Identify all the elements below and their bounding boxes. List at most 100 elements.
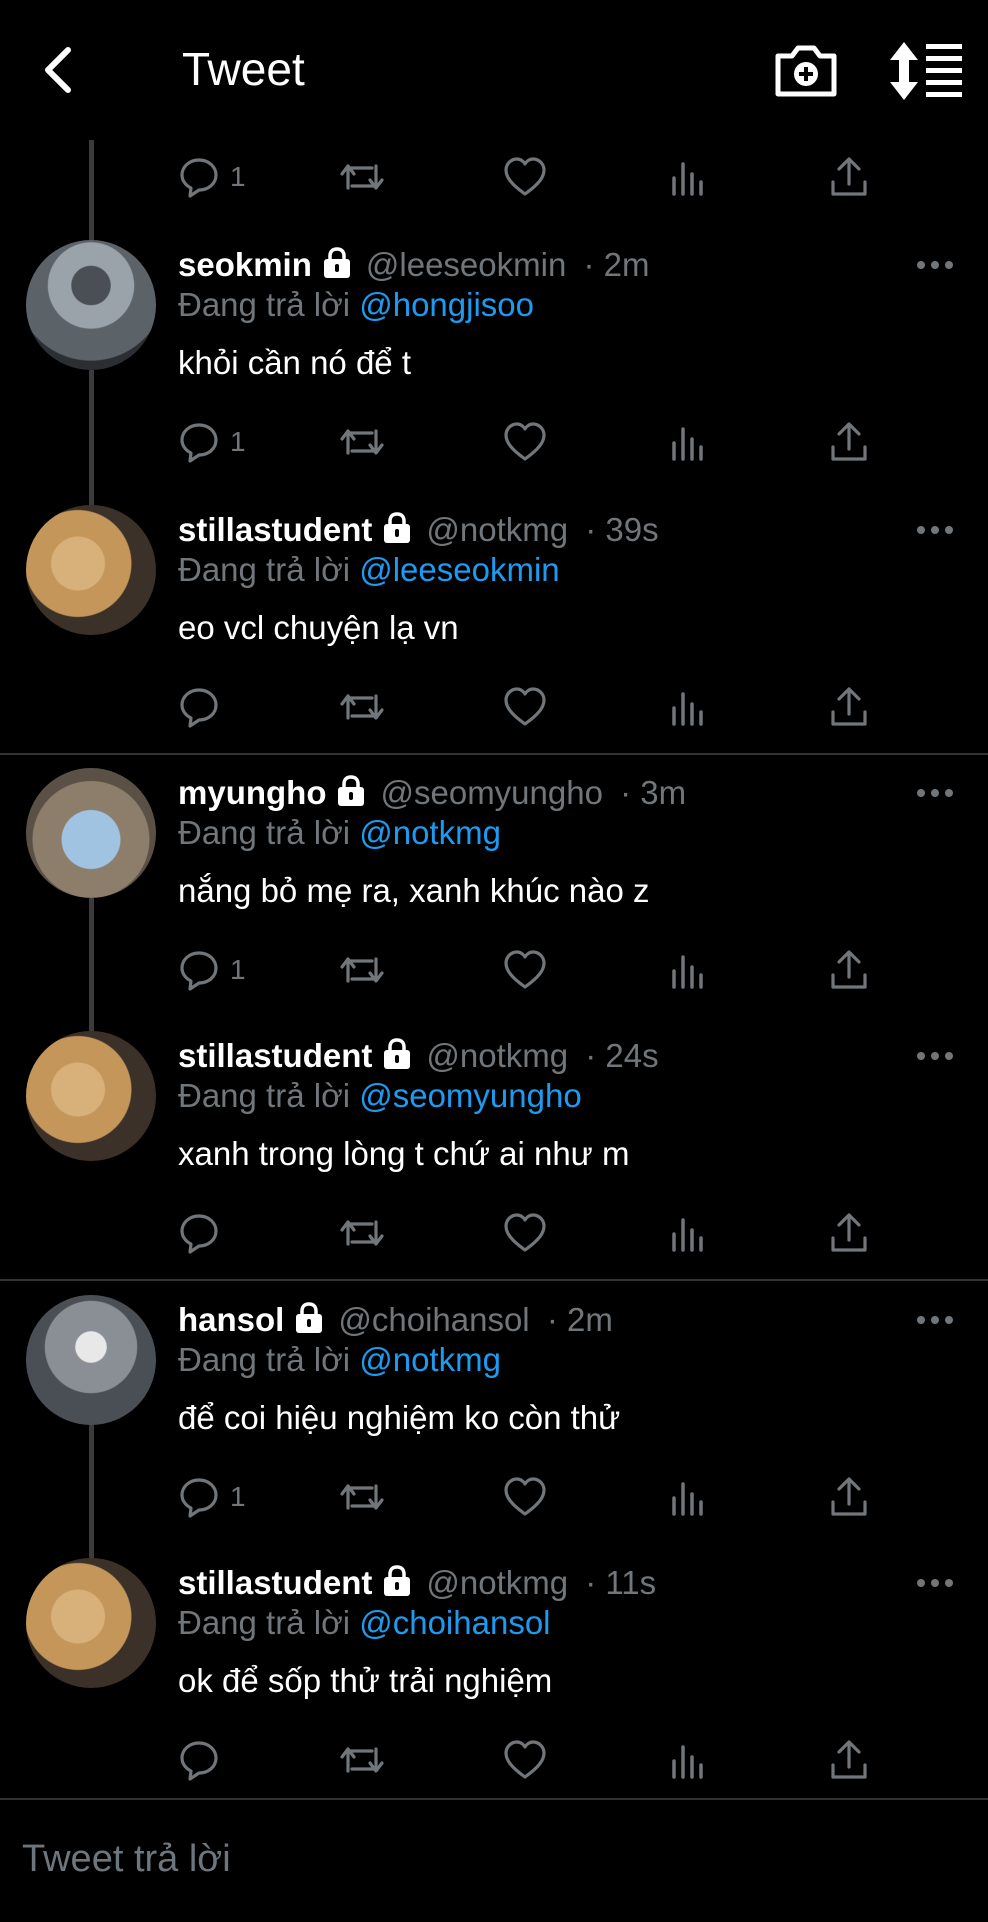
thread-connector [89, 898, 94, 1034]
replying-to: Đang trả lời @choihansol [178, 1604, 551, 1641]
handle[interactable]: @choihansol [338, 1301, 529, 1338]
reply-button[interactable]: 1 [178, 152, 246, 202]
tweet-text: xanh trong lòng t chứ ai như m [178, 1135, 630, 1172]
replying-to: Đang trả lời @notkmg [178, 814, 501, 851]
more-button[interactable] [915, 258, 955, 272]
mention-link[interactable]: @notkmg [359, 1341, 501, 1378]
camera-plus-icon[interactable] [772, 40, 840, 100]
retweet-button[interactable] [338, 1472, 386, 1522]
heart-icon [504, 950, 546, 989]
avatar[interactable] [26, 1295, 156, 1425]
tweet-actions [178, 682, 878, 732]
share-button[interactable] [828, 945, 870, 995]
retweet-button[interactable] [338, 945, 386, 995]
display-name[interactable]: myungho @seomyungho · 3m [178, 774, 686, 812]
share-button[interactable] [828, 1735, 870, 1785]
share-icon [831, 422, 867, 461]
display-name[interactable]: stillastudent @notkmg · 39s [178, 511, 659, 549]
handle[interactable]: @notkmg [426, 511, 568, 548]
views-button[interactable] [668, 1208, 708, 1258]
like-button[interactable] [503, 1208, 547, 1258]
reply-input[interactable]: Tweet trả lời [22, 1838, 231, 1881]
analytics-icon [672, 427, 703, 461]
mention-link[interactable]: @hongjisoo [359, 286, 534, 323]
views-button[interactable] [668, 682, 708, 732]
like-button[interactable] [503, 682, 547, 732]
thread-connector [89, 370, 94, 506]
retweet-button[interactable] [338, 1208, 386, 1258]
share-button[interactable] [828, 682, 870, 732]
more-icon [917, 1316, 953, 1324]
handle[interactable]: @notkmg [426, 1564, 568, 1601]
reply-button[interactable] [178, 1735, 230, 1785]
mention-link[interactable]: @leeseokmin [359, 551, 559, 588]
more-button[interactable] [915, 1576, 955, 1590]
more-button[interactable] [915, 786, 955, 800]
reply-icon [180, 688, 218, 728]
more-button[interactable] [915, 1313, 955, 1327]
tweet-text: khỏi cần nó để t [178, 344, 411, 381]
thread-connector [89, 140, 94, 240]
replying-to: Đang trả lời @seomyungho [178, 1077, 582, 1114]
lock-icon [338, 775, 365, 806]
like-button[interactable] [503, 1472, 547, 1522]
retweet-icon [340, 1747, 384, 1773]
avatar[interactable] [26, 505, 156, 635]
back-icon[interactable] [30, 40, 90, 100]
retweet-button[interactable] [338, 682, 386, 732]
more-button[interactable] [915, 1049, 955, 1063]
display-name[interactable]: stillastudent @notkmg · 24s [178, 1037, 659, 1075]
retweet-button[interactable] [338, 417, 386, 467]
retweet-button[interactable] [338, 1735, 386, 1785]
share-button[interactable] [828, 1472, 870, 1522]
views-button[interactable] [668, 945, 708, 995]
like-button[interactable] [503, 1735, 547, 1785]
heart-icon [504, 1477, 546, 1516]
retweet-icon [340, 1484, 384, 1510]
display-name[interactable]: seokmin @leeseokmin · 2m [178, 246, 649, 284]
analytics-icon [672, 1218, 703, 1252]
avatar[interactable] [26, 240, 156, 370]
reply-button[interactable] [178, 1208, 230, 1258]
reply-button[interactable]: 1 [178, 417, 246, 467]
lock-icon [384, 512, 411, 543]
lock-icon [323, 247, 350, 278]
replying-to: Đang trả lời @leeseokmin [178, 551, 560, 588]
like-button[interactable] [503, 945, 547, 995]
tweet-text: nắng bỏ mẹ ra, xanh khúc nào z [178, 872, 650, 909]
reply-button[interactable] [178, 682, 230, 732]
reply-button[interactable]: 1 [178, 1472, 246, 1522]
reply-icon [180, 1214, 218, 1254]
tweet-actions: 1 [178, 417, 878, 467]
views-button[interactable] [668, 1472, 708, 1522]
reply-button[interactable]: 1 [178, 945, 246, 995]
avatar[interactable] [26, 1558, 156, 1688]
avatar[interactable] [26, 1031, 156, 1161]
share-button[interactable] [828, 417, 870, 467]
heart-icon [504, 687, 546, 726]
tweet-text: eo vcl chuyện lạ vn [178, 609, 459, 646]
display-name[interactable]: stillastudent @notkmg · 11s [178, 1564, 656, 1602]
mention-link[interactable]: @choihansol [359, 1604, 550, 1641]
handle[interactable]: @leeseokmin [366, 246, 566, 283]
mention-link[interactable]: @notkmg [359, 814, 501, 851]
sort-icon[interactable] [888, 40, 964, 102]
avatar[interactable] [26, 768, 156, 898]
retweet-button[interactable] [338, 152, 386, 202]
like-button[interactable] [503, 152, 547, 202]
share-button[interactable] [828, 1208, 870, 1258]
handle[interactable]: @notkmg [426, 1037, 568, 1074]
display-name[interactable]: hansol @choihansol · 2m [178, 1301, 613, 1339]
tweet-actions [178, 1208, 878, 1258]
views-button[interactable] [668, 1735, 708, 1785]
more-button[interactable] [915, 523, 955, 537]
like-button[interactable] [503, 417, 547, 467]
mention-link[interactable]: @seomyungho [359, 1077, 581, 1114]
share-icon [831, 687, 867, 726]
heart-icon [504, 157, 546, 196]
more-icon [917, 1579, 953, 1587]
views-button[interactable] [668, 417, 708, 467]
views-button[interactable] [668, 152, 708, 202]
share-button[interactable] [828, 152, 870, 202]
handle[interactable]: @seomyungho [380, 774, 602, 811]
